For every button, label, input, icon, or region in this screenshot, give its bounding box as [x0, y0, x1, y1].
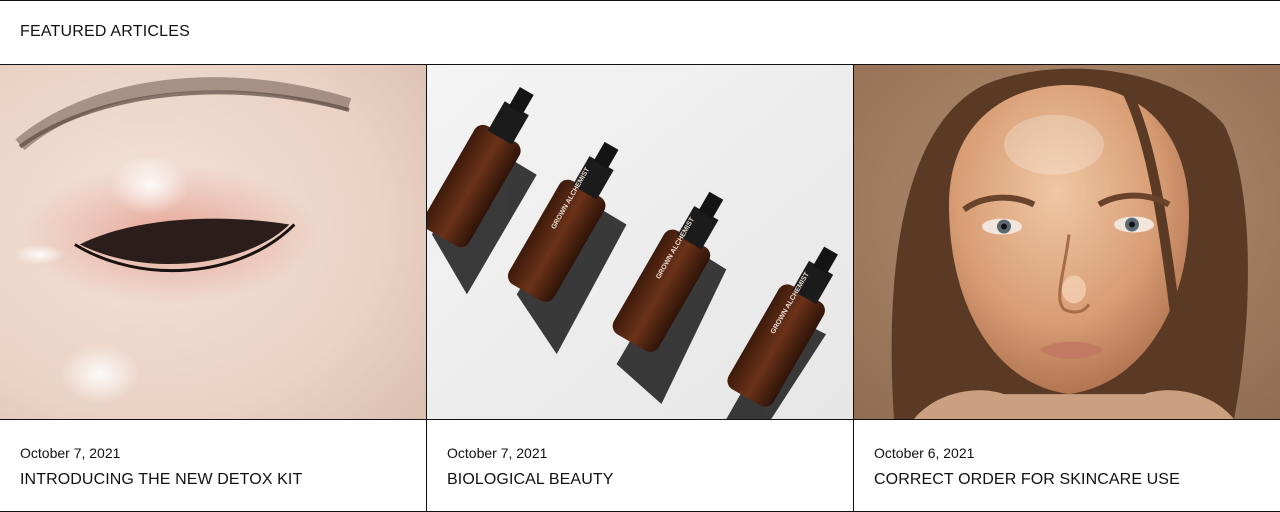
- article-title-link[interactable]: BIOLOGICAL BEAUTY: [447, 471, 614, 489]
- article-title-link[interactable]: INTRODUCING THE NEW DETOX KIT: [20, 471, 302, 489]
- articles-grid: October 7, 2021 INTRODUCING THE NEW DETO…: [0, 65, 1280, 511]
- article-date: October 7, 2021: [20, 445, 121, 461]
- article-card-detox-kit[interactable]: October 7, 2021 INTRODUCING THE NEW DETO…: [0, 65, 427, 511]
- article-card-skincare-order[interactable]: October 6, 2021 CORRECT ORDER FOR SKINCA…: [854, 65, 1280, 511]
- section-header: FEATURED ARTICLES: [0, 1, 1280, 65]
- article-title-link[interactable]: CORRECT ORDER FOR SKINCARE USE: [874, 471, 1180, 489]
- article-image-eye-closeup[interactable]: [0, 65, 426, 420]
- eye-closeup-photo-icon: [0, 65, 426, 419]
- article-date: October 6, 2021: [874, 445, 975, 461]
- face-portrait-photo-icon: [854, 65, 1280, 419]
- section-title: FEATURED ARTICLES: [20, 23, 190, 40]
- article-card-biological-beauty[interactable]: GROWN ALCHEMIST GROWN ALCHEMIST GROWN AL…: [427, 65, 854, 511]
- serum-bottles-photo-icon: GROWN ALCHEMIST GROWN ALCHEMIST GROWN AL…: [427, 65, 853, 419]
- article-image-face-portrait[interactable]: [854, 65, 1280, 420]
- article-date: October 7, 2021: [447, 445, 548, 461]
- article-image-serum-bottles[interactable]: GROWN ALCHEMIST GROWN ALCHEMIST GROWN AL…: [427, 65, 853, 420]
- featured-articles-section: FEATURED ARTICLES October 7, 2021 INTROD…: [0, 0, 1280, 512]
